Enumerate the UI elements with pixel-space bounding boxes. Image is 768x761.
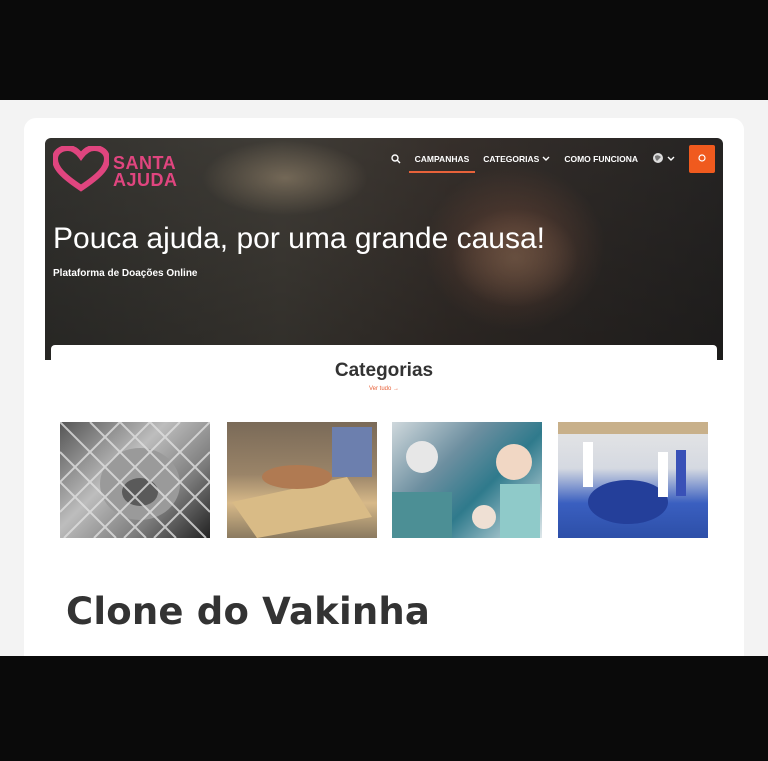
category-card-sports[interactable] [558, 422, 708, 538]
nav-how-it-works[interactable]: COMO FUNCIONA [564, 154, 638, 164]
logo-text: SANTA AJUDA [113, 152, 178, 190]
health-photo [392, 441, 540, 538]
search-icon[interactable] [390, 154, 401, 164]
globe-icon [652, 152, 664, 166]
user-icon [698, 154, 706, 164]
nav-categories-label: CATEGORIAS [483, 154, 540, 164]
chevron-down-icon [542, 154, 550, 164]
chevron-down-icon [667, 154, 675, 164]
hero-title: Pouca ajuda, por uma grande causa! [53, 222, 545, 255]
caption-title: Clone do Vakinha [66, 590, 431, 633]
login-button[interactable] [689, 145, 715, 173]
nav-campaigns-label: CAMPANHAS [414, 154, 470, 164]
nav-campaigns[interactable]: CAMPANHAS [408, 154, 475, 173]
brand-logo[interactable]: SANTA AJUDA [51, 144, 178, 197]
top-nav: CAMPANHAS CATEGORIAS COMO FUNCIONA [390, 145, 715, 173]
see-all-link[interactable]: Ver tudo → [0, 386, 768, 392]
nav-categories[interactable]: CATEGORIAS [483, 154, 550, 164]
hero-subtitle: Plataforma de Doações Online [53, 268, 198, 279]
categories-title: Categorias [334, 360, 434, 381]
nav-how-it-works-label: COMO FUNCIONA [564, 154, 638, 164]
category-card-social[interactable] [227, 422, 377, 538]
category-card-animals[interactable] [60, 422, 210, 538]
heart-icon [51, 144, 111, 197]
logo-line-2: AJUDA [113, 169, 178, 190]
category-card-health[interactable] [392, 422, 542, 538]
logo-line-1: SANTA [113, 152, 177, 173]
language-selector[interactable] [652, 152, 675, 166]
animals-photo [60, 422, 210, 538]
social-photo [232, 427, 372, 538]
sports-photo [558, 422, 708, 524]
hero-banner: SANTA AJUDA CAMPANHAS CATEGORIAS COMO FU… [45, 138, 723, 360]
